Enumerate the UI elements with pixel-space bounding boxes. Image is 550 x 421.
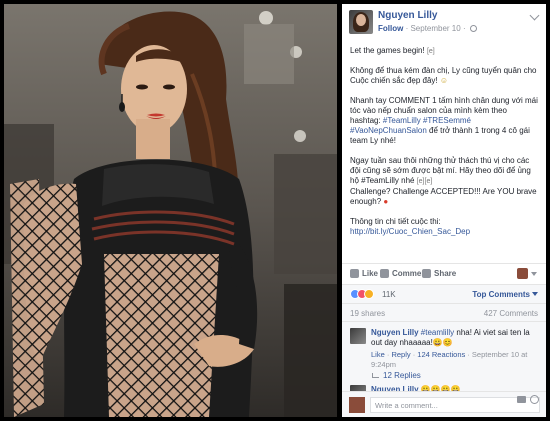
comment-input[interactable]: Write a comment... — [370, 397, 540, 413]
commenter-name[interactable]: Nguyen Lilly — [371, 328, 419, 337]
comment-meta: Like · Reply · 124 Reactions · September… — [371, 350, 528, 369]
comment-reply-link[interactable]: Reply — [391, 350, 410, 359]
post-text: Let the games begin! [e] Không để thua k… — [342, 40, 546, 237]
emoji-icon: [e] — [426, 48, 435, 55]
post-meta: Follow · September 10 · — [378, 24, 477, 33]
comment-hashtag[interactable]: #teamlilly — [421, 328, 454, 337]
hashtag-vaonepchuansalon[interactable]: #VaoNepChuanSalon — [350, 126, 427, 135]
reactions-bar: 11K Top Comments — [342, 284, 546, 303]
share-button[interactable]: Share — [422, 269, 456, 278]
follow-link[interactable]: Follow — [378, 24, 403, 33]
commenter-avatar[interactable] — [350, 328, 366, 344]
photo-viewer: Nguyen Lilly Follow · September 10 · Let… — [0, 0, 550, 421]
post-date[interactable]: September 10 — [410, 24, 460, 33]
reply-arrow-icon — [372, 373, 379, 378]
author-name[interactable]: Nguyen Lilly — [378, 10, 437, 21]
post-stats: 19 shares 427 Comments — [342, 303, 546, 321]
emoji-picker-icon[interactable] — [530, 395, 539, 404]
chevron-down-icon[interactable] — [529, 10, 540, 21]
hashtag-teamlilly[interactable]: #TeamLilly — [383, 116, 421, 125]
paragraph-4: Ngay tuần sau thôi những thử thách thú v… — [350, 155, 537, 207]
viewer-avatar — [349, 397, 365, 413]
write-comment-box: Write a comment... — [342, 391, 546, 417]
comment-like-link[interactable]: Like — [371, 350, 385, 359]
smile-emoji-icon: ☺ — [439, 76, 449, 86]
globe-icon — [469, 25, 477, 32]
photo-area[interactable] — [0, 0, 341, 421]
post-header: Nguyen Lilly Follow · September 10 · — [342, 4, 546, 40]
fire-emoji-icon: ● — [383, 197, 389, 207]
paragraph-3: Nhanh tay COMMENT 1 tấm hình chân dung v… — [350, 95, 538, 146]
share-icon — [422, 269, 431, 278]
thumbs-up-icon — [350, 269, 359, 278]
post-photo[interactable] — [4, 4, 337, 417]
hashtag-tresemme[interactable]: #TRESemmé — [423, 116, 471, 125]
comments-count[interactable]: 427 Comments — [484, 309, 538, 318]
view-replies-link[interactable]: 12 Replies — [372, 371, 421, 380]
author-avatar[interactable] — [349, 10, 373, 34]
shares-count[interactable]: 19 shares — [350, 309, 385, 318]
paragraph-5: Thông tin chi tiết cuộc thi: http://bit.l… — [350, 216, 471, 236]
top-comments-dropdown[interactable]: Top Comments — [472, 290, 538, 299]
comment-emojis: 😀😊 — [432, 338, 453, 347]
caret-down-icon[interactable] — [531, 272, 537, 276]
reaction-icons[interactable] — [350, 289, 374, 299]
viewer-avatar[interactable] — [517, 268, 528, 279]
haha-reaction-icon — [364, 289, 374, 299]
camera-icon[interactable] — [517, 396, 526, 403]
comment-icon — [380, 269, 389, 278]
comments-section: Nguyen Lilly #teamlilly nha! Ai viet sai… — [342, 321, 546, 395]
caret-down-icon — [532, 292, 538, 296]
reaction-count[interactable]: 11K — [382, 290, 396, 299]
post-panel: Nguyen Lilly Follow · September 10 · Let… — [342, 4, 546, 417]
emoji-icon: [e][e] — [416, 178, 433, 186]
comment-reactions-link[interactable]: 124 Reactions — [417, 350, 465, 359]
paragraph-2: Không để thua kém đàn chị, Ly cũng tuyển… — [350, 66, 537, 86]
paragraph-1: Let the games begin! [e] — [350, 46, 435, 55]
contest-link[interactable]: http://bit.ly/Cuoc_Chien_Sac_Dep — [350, 227, 470, 236]
like-button[interactable]: Like — [350, 269, 378, 278]
post-actions: Like Comment Share — [342, 263, 546, 283]
